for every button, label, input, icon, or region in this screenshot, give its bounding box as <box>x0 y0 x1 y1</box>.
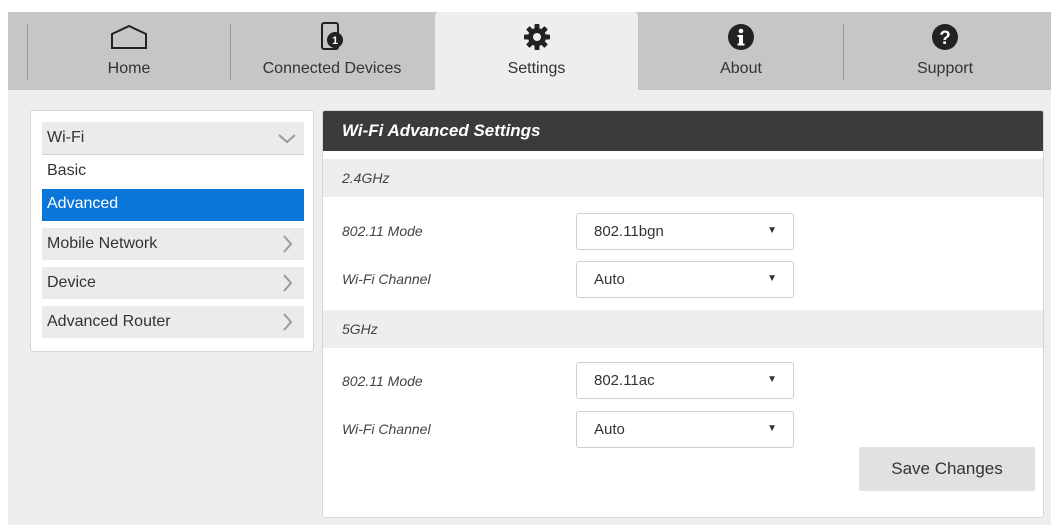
tab-home-label: Home <box>107 60 151 77</box>
wifi-advanced-panel: Wi-Fi Advanced Settings 2.4GHz 802.11 Mo… <box>322 110 1044 518</box>
chevron-right-icon <box>276 232 298 256</box>
mode-select-5ghz[interactable]: 802.11ac ▼ <box>576 362 794 399</box>
caret-down-icon: ▼ <box>767 225 777 236</box>
sidebar-item-wifi-advanced[interactable]: Advanced <box>42 189 304 221</box>
tab-about[interactable]: About <box>640 12 842 90</box>
section-title: 5GHz <box>342 321 378 337</box>
help-icon: ? <box>844 22 1046 52</box>
tab-support[interactable]: ? Support <box>844 12 1046 90</box>
info-icon <box>640 22 842 52</box>
sidebar-item-advanced-router[interactable]: Advanced Router <box>42 306 304 338</box>
sidebar-item-label: Mobile Network <box>47 235 158 252</box>
tab-connected-devices[interactable]: 1 Connected Devices <box>231 12 433 90</box>
section-title: 2.4GHz <box>342 170 390 186</box>
home-icon <box>28 22 230 52</box>
settings-sidebar: Wi-Fi Basic Advanced Mobile Network Devi… <box>30 110 314 352</box>
panel-header: Wi-Fi Advanced Settings <box>323 111 1043 151</box>
gear-icon <box>435 22 638 52</box>
chevron-right-icon <box>276 271 298 295</box>
sidebar-item-wifi[interactable]: Wi-Fi <box>42 122 304 154</box>
chevron-down-icon <box>276 126 298 150</box>
channel-label-5ghz: Wi-Fi Channel <box>342 421 431 437</box>
sidebar-item-device[interactable]: Device <box>42 267 304 299</box>
select-value: Auto <box>594 421 625 438</box>
save-changes-button[interactable]: Save Changes <box>859 447 1035 491</box>
sidebar-item-label: Basic <box>47 162 87 179</box>
mode-label-2-4ghz: 802.11 Mode <box>342 223 423 239</box>
connected-devices-icon: 1 <box>231 22 433 52</box>
select-value: 802.11bgn <box>594 223 664 240</box>
channel-label-2-4ghz: Wi-Fi Channel <box>342 271 431 287</box>
sidebar-item-label: Wi-Fi <box>47 129 85 146</box>
select-value: 802.11ac <box>594 372 655 389</box>
tab-settings[interactable]: Settings <box>435 12 638 90</box>
mode-label-5ghz: 802.11 Mode <box>342 373 423 389</box>
caret-down-icon: ▼ <box>767 374 777 385</box>
sidebar-item-label: Device <box>47 274 96 291</box>
svg-text:?: ? <box>939 28 951 49</box>
mode-select-2-4ghz[interactable]: 802.11bgn ▼ <box>576 213 794 250</box>
sidebar-item-wifi-basic[interactable]: Basic <box>42 156 304 188</box>
tab-support-label: Support <box>916 60 974 77</box>
chevron-right-icon <box>276 310 298 334</box>
sidebar-item-label: Advanced <box>47 195 119 212</box>
sidebar-item-mobile-network[interactable]: Mobile Network <box>42 228 304 260</box>
channel-select-5ghz[interactable]: Auto ▼ <box>576 411 794 448</box>
top-nav: Home 1 Connected Devices Settings About … <box>8 12 1051 90</box>
svg-text:1: 1 <box>332 35 338 47</box>
tab-home[interactable]: Home <box>28 12 230 90</box>
caret-down-icon: ▼ <box>767 273 777 284</box>
router-admin-app: Home 1 Connected Devices Settings About … <box>8 12 1051 525</box>
section-header-5ghz: 5GHz <box>323 310 1043 348</box>
tab-about-label: About <box>720 60 762 77</box>
sidebar-divider <box>42 154 304 155</box>
sidebar-item-label: Advanced Router <box>47 313 171 330</box>
select-value: Auto <box>594 271 625 288</box>
channel-select-2-4ghz[interactable]: Auto ▼ <box>576 261 794 298</box>
section-header-2-4ghz: 2.4GHz <box>323 159 1043 197</box>
panel-title: Wi-Fi Advanced Settings <box>342 121 541 140</box>
caret-down-icon: ▼ <box>767 423 777 434</box>
tab-connected-devices-label: Connected Devices <box>262 60 402 77</box>
tab-settings-label: Settings <box>507 60 566 77</box>
